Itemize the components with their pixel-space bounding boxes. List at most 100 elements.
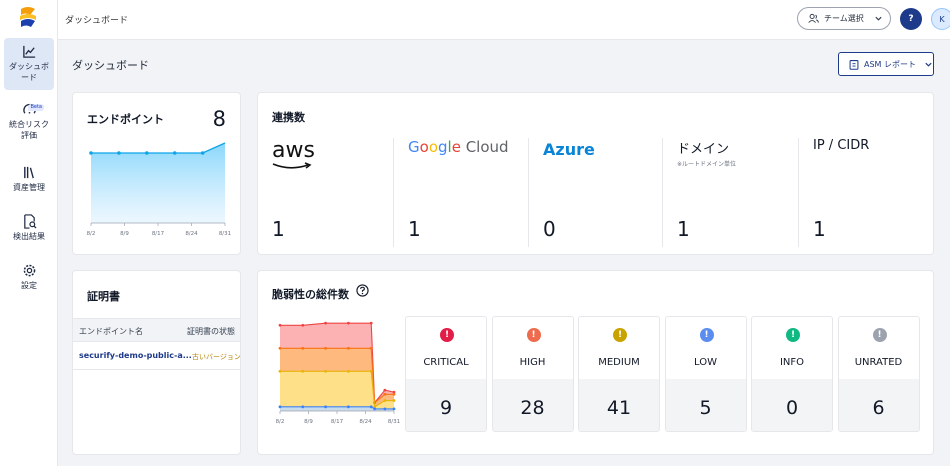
severity-card-medium[interactable]: ! MEDIUM 41 [578, 316, 660, 432]
help-button[interactable]: ? [900, 8, 922, 30]
severity-card-unrated[interactable]: ! UNRATED 6 [837, 316, 920, 432]
document-search-icon [23, 214, 36, 229]
endpoint-point [89, 151, 93, 155]
severity-count: 0 [785, 397, 799, 419]
vuln-point [278, 405, 282, 409]
integration-count: 0 [543, 217, 556, 241]
severity-label: LOW [694, 357, 717, 368]
page-title: ダッシュボード [72, 59, 149, 72]
integration-ip-cidr[interactable]: IP / CIDR 1 [799, 138, 933, 247]
integration-google-cloud[interactable]: Google Cloud 1 [394, 138, 529, 247]
certificate-endpoint[interactable]: securify-demo-public-a... [79, 351, 192, 360]
certificate-table-header: エンドポイント名 証明書の状態 [73, 318, 240, 342]
vuln-point [369, 321, 373, 325]
severity-card-high[interactable]: ! HIGH 28 [491, 316, 574, 432]
clipboard-icon [849, 59, 859, 70]
vuln-point [383, 392, 387, 396]
vuln-point [301, 346, 305, 350]
vuln-point [383, 407, 387, 411]
vuln-point [392, 399, 396, 402]
vuln-point [301, 405, 305, 409]
alert-icon: ! [440, 328, 454, 342]
avatar[interactable]: K [931, 8, 950, 30]
vuln-point [324, 405, 327, 409]
severity-label: MEDIUM [598, 357, 640, 368]
x-tick-label: 8/2 [87, 231, 96, 237]
vuln-point [347, 369, 350, 373]
sidebar-item-dashboard[interactable]: ダッシュボ ード [4, 38, 54, 90]
vulnerability-title: 脆弱性の総件数 [272, 288, 349, 301]
beta-badge: Beta [28, 104, 44, 111]
vuln-point [392, 392, 396, 396]
domain-label: ドメイン [677, 142, 730, 157]
sidebar-item-label: 統合リスク 評価 [9, 120, 49, 140]
google-cloud-logo-text: Google Cloud [408, 138, 509, 156]
integration-count: 1 [677, 217, 690, 241]
x-tick-label: 8/9 [304, 419, 313, 425]
x-tick-label: 8/31 [388, 419, 400, 425]
sidebar-item-findings[interactable]: 検出結果 [4, 214, 54, 244]
x-tick-label: 8/24 [359, 419, 372, 425]
integration-aws[interactable]: aws 1 [258, 138, 394, 247]
severity-card-critical[interactable]: ! CRITICAL 9 [405, 316, 487, 432]
certificate-title: 証明書 [87, 290, 120, 303]
app-logo-icon[interactable] [17, 6, 39, 30]
vuln-point [369, 405, 373, 409]
sidebar-item-label: 資産管理 [13, 183, 45, 192]
severity-card-info[interactable]: ! INFO 0 [751, 316, 833, 432]
endpoint-card: エンドポイント 8 8/2 8/9 8/17 8/24 8/31 [72, 92, 241, 255]
alert-icon: ! [786, 328, 800, 342]
integration-count: 1 [408, 217, 421, 241]
chart-line-icon [22, 45, 35, 58]
column-header: 証明書の状態 [187, 327, 235, 336]
alert-icon: ! [872, 328, 887, 342]
vuln-point [347, 321, 350, 325]
alert-icon: ! [526, 328, 541, 342]
vulnerability-card: 脆弱性の総件数 8/2 8/9 8/17 8/24 8/31 ! CRITICAL 9 … [257, 270, 934, 455]
sidebar-item-assets[interactable]: 資産管理 [4, 165, 54, 195]
integrations-title: 連携数 [272, 111, 305, 124]
column-header: エンドポイント名 [79, 327, 143, 336]
severity-label: HIGH [519, 357, 546, 368]
team-select-button[interactable]: チーム選択 [797, 7, 891, 30]
google-logo-letter: e [451, 138, 461, 156]
table-row[interactable]: securify-demo-public-a... 古いバージョン [73, 342, 240, 370]
vuln-point [369, 369, 373, 373]
alert-icon: ! [699, 328, 714, 342]
google-logo-letter: o [428, 138, 438, 156]
severity-card-low[interactable]: ! LOW 5 [664, 316, 747, 432]
azure-logo-text: Azure [543, 140, 595, 159]
vuln-point [301, 323, 305, 327]
vuln-point [369, 346, 373, 350]
chevron-down-icon [925, 62, 932, 67]
severity-count: 9 [439, 397, 453, 419]
vuln-point [347, 346, 350, 350]
integration-count: 1 [813, 217, 826, 241]
integrations-card: 連携数 aws 1 Google Cloud 1 Azure 0 ドメイン ※ル… [257, 92, 934, 255]
severity-label: INFO [779, 357, 805, 368]
help-circle-icon[interactable] [356, 284, 369, 297]
topbar-title: ダッシュボード [65, 16, 129, 26]
sidebar-item-settings[interactable]: 設定 [4, 263, 54, 293]
integration-azure[interactable]: Azure 0 [529, 138, 663, 247]
endpoint-point [200, 151, 205, 155]
certificate-card: 証明書 エンドポイント名 証明書の状態 securify-demo-public… [72, 270, 241, 455]
google-logo-letter: g [438, 138, 448, 156]
endpoint-line [91, 142, 226, 154]
sidebar-item-label: ダッシュボ ード [9, 62, 49, 82]
integration-count: 1 [272, 217, 285, 241]
asm-report-button[interactable]: ASM レポート [838, 52, 934, 76]
vulnerability-chart: 8/2 8/9 8/17 8/24 8/31 [276, 321, 400, 425]
integration-domain[interactable]: ドメイン ※ルートドメイン単位 1 [663, 138, 799, 247]
vuln-point [324, 369, 327, 373]
sidebar-item-label: 設定 [21, 281, 37, 290]
team-select-label: チーム選択 [824, 14, 864, 23]
vuln-point [324, 321, 327, 325]
topbar: ダッシュボード チーム選択 ? K [58, 0, 950, 40]
library-icon [23, 166, 34, 179]
x-tick-label: 8/9 [120, 231, 129, 237]
sidebar-item-risk[interactable]: Beta 統合リスク 評価 [4, 102, 54, 146]
google-logo-letter: G [408, 138, 420, 156]
vuln-point [392, 407, 396, 411]
asm-report-label: ASM レポート [864, 59, 916, 69]
